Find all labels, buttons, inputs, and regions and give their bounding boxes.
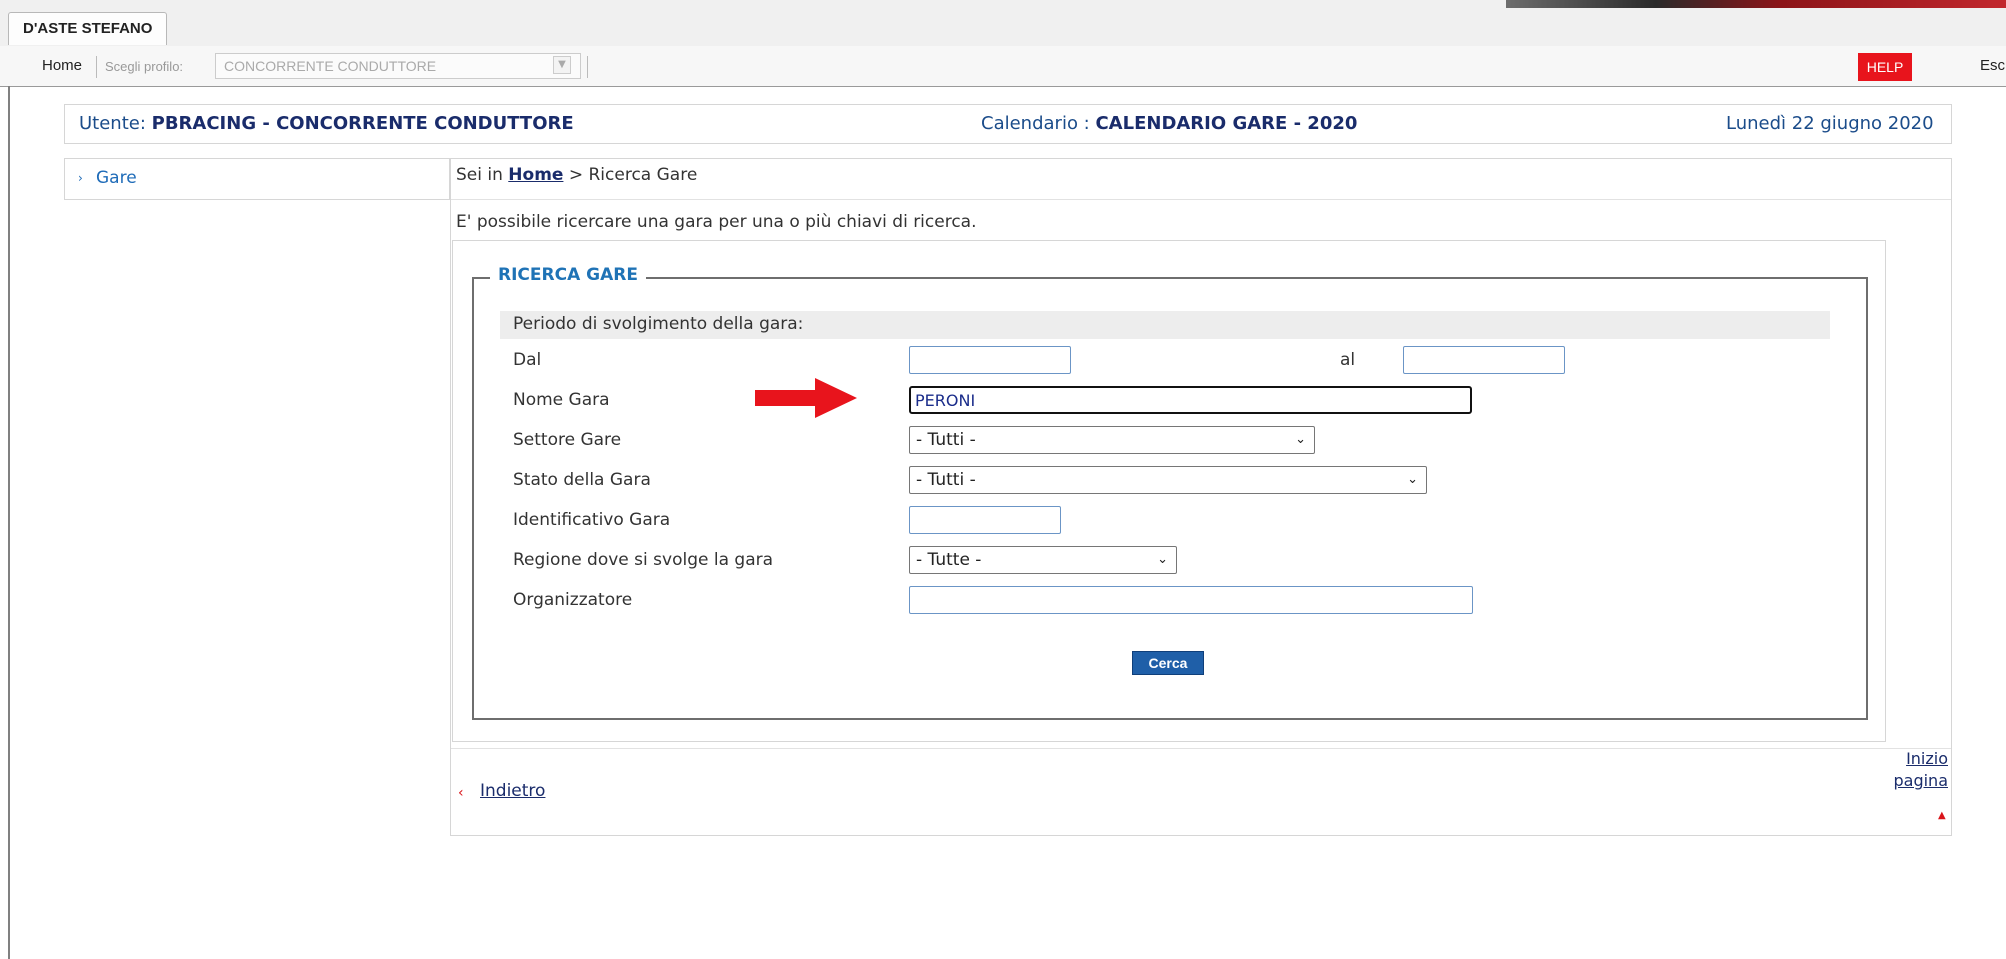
- organizer-label: Organizzatore: [513, 590, 633, 610]
- from-date-label: Dal: [513, 350, 542, 370]
- search-button[interactable]: Cerca: [1132, 651, 1204, 675]
- user-info-label: Utente:: [79, 113, 152, 134]
- current-date: Lunedì 22 giugno 2020: [1726, 113, 1934, 134]
- profile-select[interactable]: CONCORRENTE CONDUTTORE: [215, 53, 581, 79]
- race-id-label: Identificativo Gara: [513, 510, 671, 530]
- sidebar-item-gare[interactable]: Gare: [96, 168, 137, 188]
- breadcrumb-prefix: Sei in: [456, 165, 509, 185]
- sector-select[interactable]: - Tutti - ⌄: [909, 426, 1315, 454]
- to-date-label: al: [1340, 350, 1356, 370]
- calendar-info: Calendario : CALENDARIO GARE - 2020: [981, 113, 1357, 134]
- intro-text: E' possibile ricercare una gara per una …: [456, 212, 977, 232]
- frame-border: [8, 86, 10, 959]
- breadcrumb-separator: >: [563, 165, 589, 185]
- to-date-input[interactable]: [1403, 346, 1565, 374]
- status-select-value: - Tutti -: [916, 470, 976, 490]
- breadcrumb: Sei in Home > Ricerca Gare: [456, 165, 697, 185]
- status-select[interactable]: - Tutti - ⌄: [909, 466, 1427, 494]
- sector-select-value: - Tutti -: [916, 430, 976, 450]
- user-info: Utente: PBRACING - CONCORRENTE CONDUTTOR…: [79, 113, 574, 134]
- chevron-down-icon: ⌄: [1407, 472, 1418, 487]
- back-link[interactable]: Indietro: [480, 781, 545, 801]
- breadcrumb-current: Ricerca Gare: [588, 165, 698, 185]
- period-label: Periodo di svolgimento della gara:: [513, 314, 804, 334]
- calendar-info-value: CALENDARIO GARE - 2020: [1095, 113, 1358, 134]
- breadcrumb-home-link[interactable]: Home: [508, 165, 563, 185]
- double-chevron-right-icon: ›: [78, 171, 83, 185]
- caret-up-icon[interactable]: ▲: [1938, 810, 1946, 821]
- chevron-down-icon[interactable]: ▼: [553, 56, 571, 74]
- home-menu-link[interactable]: Home: [42, 57, 82, 74]
- region-label: Regione dove si svolge la gara: [513, 550, 774, 570]
- help-button[interactable]: HELP: [1858, 53, 1912, 81]
- profile-label: Scegli profilo:: [105, 59, 184, 74]
- menu-separator: [587, 56, 588, 78]
- race-name-input[interactable]: [909, 386, 1472, 414]
- user-tab[interactable]: D'ASTE STEFANO: [8, 12, 168, 45]
- divider: [451, 748, 1951, 749]
- race-name-label: Nome Gara: [513, 390, 610, 410]
- calendar-info-label: Calendario :: [981, 113, 1096, 134]
- sector-label: Settore Gare: [513, 430, 622, 450]
- from-date-input[interactable]: [909, 346, 1071, 374]
- profile-select-value: CONCORRENTE CONDUTTORE: [224, 58, 437, 74]
- back-to-top-line1: Inizio: [1906, 749, 1948, 768]
- status-label: Stato della Gara: [513, 470, 651, 490]
- annotation-arrow-icon: [755, 378, 857, 418]
- chevron-down-icon: ⌄: [1157, 552, 1168, 567]
- divider: [451, 199, 1951, 200]
- menu-separator: [96, 56, 97, 78]
- chevron-down-icon: ⌄: [1295, 432, 1306, 447]
- exit-link[interactable]: Esci: [1980, 57, 2006, 74]
- organizer-input[interactable]: [909, 586, 1473, 614]
- region-select[interactable]: - Tutte - ⌄: [909, 546, 1177, 574]
- race-id-input[interactable]: [909, 506, 1061, 534]
- header-banner-image: [1506, 0, 2006, 8]
- back-to-top-line2: pagina: [1893, 771, 1948, 790]
- back-to-top-link[interactable]: Inizio pagina: [1888, 748, 1948, 792]
- region-select-value: - Tutte -: [916, 550, 982, 570]
- fieldset-legend: RICERCA GARE: [490, 265, 646, 285]
- chevron-left-icon: ‹: [458, 785, 464, 801]
- user-info-value: PBRACING - CONCORRENTE CONDUTTORE: [151, 113, 574, 134]
